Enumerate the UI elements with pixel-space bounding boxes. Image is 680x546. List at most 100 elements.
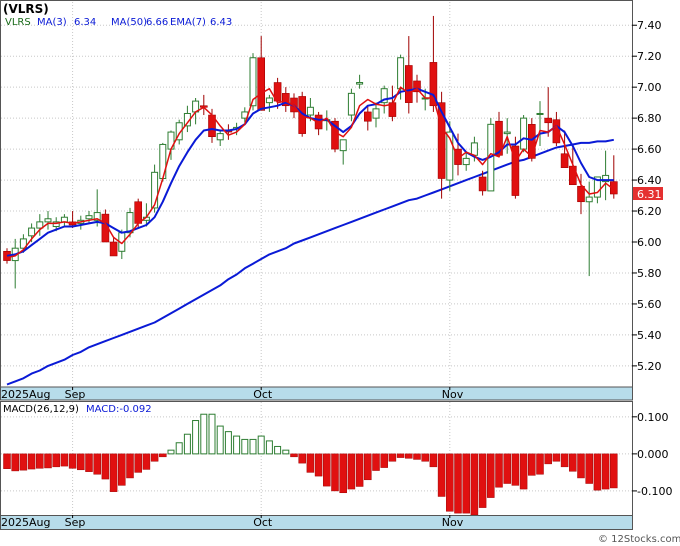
macd-bar-negative [19, 453, 28, 471]
macd-y-axis: 0.100 0.000 -0.100 [632, 411, 672, 498]
candle-body-up [339, 139, 347, 152]
macd-bar-positive [257, 435, 265, 455]
macd-bar-negative [44, 453, 52, 469]
macd-bar-negative [27, 453, 36, 470]
macd-bar-negative [577, 453, 585, 479]
macd-bar-negative [93, 453, 101, 475]
macd-bar-negative [552, 453, 561, 462]
macd-bar-negative [610, 453, 618, 489]
macd-bar-positive [224, 431, 232, 455]
price-y-tick-label: 5.20 [637, 360, 662, 373]
candle-body-up [85, 215, 93, 220]
macd-bar-negative [405, 453, 413, 459]
candle-body-down [544, 117, 553, 124]
candle-body-up [372, 108, 380, 119]
macd-bar-negative [323, 453, 331, 487]
candle-body-down [363, 111, 372, 122]
price-y-tick-label: 6.40 [637, 174, 662, 187]
macd-bar-negative [388, 453, 397, 462]
stock-chart: 5.20 5.40 5.60 5.80 6.00 6.20 6.40 6.60 6.80 7.00… [0, 0, 680, 546]
legend-ma3-value: 6.34 [74, 17, 96, 28]
macd-bar-negative [150, 453, 159, 462]
macd-bar-negative [413, 453, 421, 460]
candle-body-up [585, 196, 593, 203]
legend-ma3-label: MA(3) [37, 17, 67, 28]
candle-body-up [44, 218, 52, 223]
macd-bar-negative [437, 453, 446, 497]
macd-bar-negative [85, 453, 93, 472]
macd-bar-positive [183, 433, 191, 455]
macd-x-axis-band [0, 515, 633, 530]
macd-bar-negative [421, 453, 429, 462]
macd-bar-negative [544, 453, 552, 465]
price-y-tick-label: 5.40 [637, 329, 662, 342]
price-y-tick-label: 7.20 [637, 50, 662, 63]
macd-bar-positive [175, 442, 183, 455]
macd-legend-value: MACD:-0.092 [86, 404, 152, 415]
macd-bar-negative [503, 453, 511, 484]
macd-bar-negative [3, 453, 11, 469]
macd-bar-positive [208, 413, 216, 455]
macd-bar-negative [470, 453, 479, 516]
macd-bar-positive [282, 449, 290, 455]
macd-bar-negative [306, 453, 315, 473]
last-price-tag: 6.31 [633, 187, 663, 201]
chart-title: (VLRS) [3, 2, 49, 16]
macd-bar-negative [52, 453, 60, 468]
x-tick-label: Nov [442, 388, 464, 401]
macd-bar-positive [167, 449, 175, 455]
macd-bar-negative [77, 453, 85, 471]
macd-bar-negative [429, 453, 438, 468]
macd-bar-negative [109, 453, 118, 492]
macd-bar-negative [60, 453, 69, 467]
macd-bar-positive [216, 425, 224, 455]
macd-bar-negative [298, 453, 306, 464]
macd-bar-negative [118, 453, 126, 486]
price-y-tick-label: 7.40 [637, 19, 662, 32]
x-tick-label: Sep [65, 388, 86, 401]
macd-y-tick-label: 0.100 [637, 411, 669, 424]
legend-ema7-label: EMA(7) [170, 17, 206, 28]
macd-bar-positive [274, 445, 282, 455]
candle-body-up [503, 131, 511, 135]
candle-body-down [257, 57, 266, 111]
candle-body-down [404, 65, 413, 103]
macd-bar-negative [101, 453, 110, 480]
macd-bar-negative [126, 453, 134, 479]
candle-body-up [265, 97, 273, 104]
macd-bar-negative [68, 453, 77, 469]
chart-canvas: 5.20 5.40 5.60 5.80 6.00 6.20 6.40 6.60 6.80 7.00… [0, 0, 680, 545]
macd-bar-negative [355, 453, 364, 487]
macd-bar-positive [241, 438, 249, 455]
macd-bar-negative [314, 453, 323, 477]
x-tick-label: Sep [65, 516, 86, 529]
macd-bar-negative [511, 453, 520, 486]
price-y-tick-label: 5.80 [637, 267, 662, 280]
candle-body-up [462, 157, 470, 166]
macd-bar-negative [560, 453, 569, 468]
watermark: © 12Stocks.com [598, 534, 680, 545]
x-tick-label: Oct [253, 516, 273, 529]
macd-bar-negative [290, 453, 298, 458]
macd-bar-negative [36, 453, 44, 469]
price-y-tick-label: 6.00 [637, 236, 662, 249]
candle-body-up [216, 133, 224, 141]
macd-y-tick-label: -0.100 [637, 485, 672, 498]
macd-bar-negative [495, 453, 503, 488]
macd-bar-negative [536, 453, 544, 475]
x-tick-label: Oct [253, 388, 273, 401]
candle-body-down [109, 241, 118, 257]
candle-body-up [520, 117, 528, 150]
candle-body-down [478, 176, 487, 192]
macd-bar-negative [347, 453, 356, 490]
macd-bar-negative [11, 453, 19, 472]
legend-ma50-value: 6.66 [146, 17, 168, 28]
candle-body-down [134, 201, 142, 224]
price-y-tick-label: 5.60 [637, 298, 662, 311]
macd-bar-negative [601, 453, 610, 490]
macd-legend-label: MACD(26,12,9) [3, 404, 79, 415]
legend-ticker: VLRS [5, 17, 31, 28]
macd-bar-positive [200, 413, 208, 455]
candle-body-up [356, 82, 364, 85]
candle-body-up [28, 227, 36, 237]
